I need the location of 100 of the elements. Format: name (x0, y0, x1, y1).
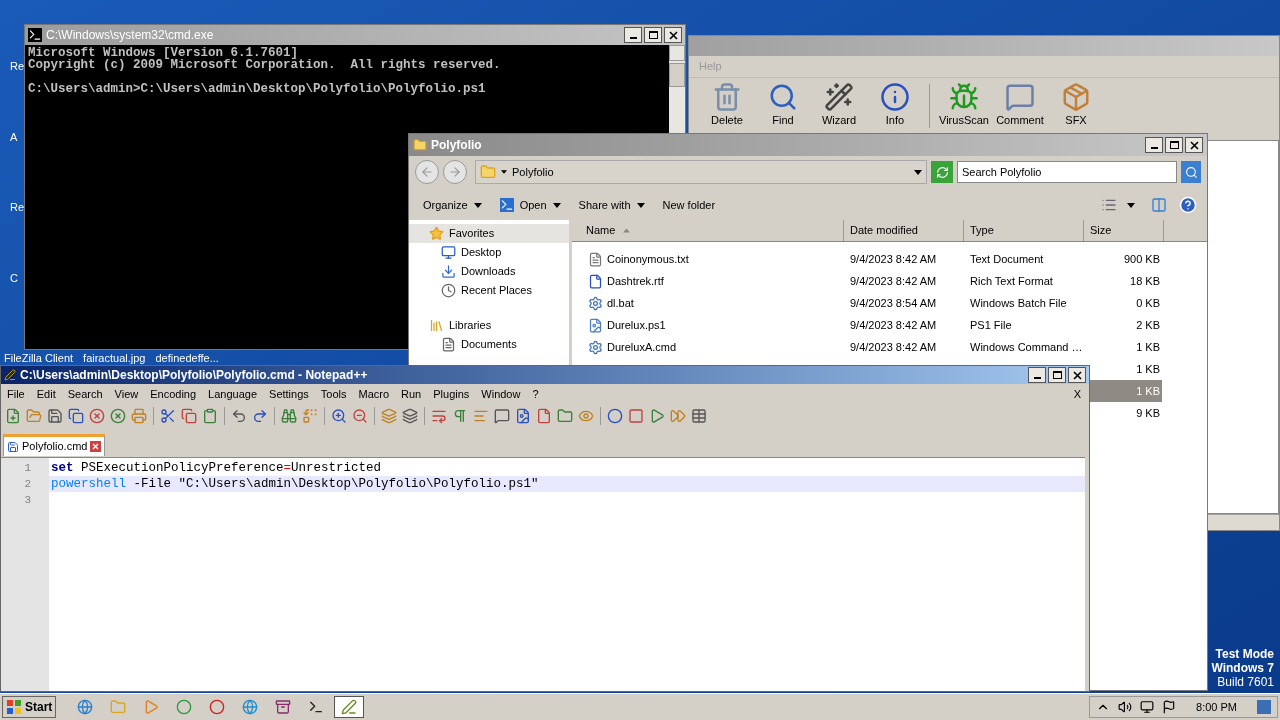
indent-guide-icon[interactable] (473, 408, 489, 424)
close-file-icon[interactable] (89, 408, 105, 424)
play-icon (143, 699, 160, 715)
start-button[interactable]: Start (2, 696, 57, 718)
menu-item[interactable]: Encoding (146, 385, 201, 403)
nav-item[interactable]: Favorites (409, 224, 569, 243)
fast-forward-icon[interactable] (670, 408, 686, 424)
view-icon[interactable] (1101, 197, 1117, 213)
copy-icon[interactable] (181, 408, 197, 424)
column-header[interactable]: Size (1084, 220, 1164, 241)
close-all-icon[interactable] (110, 408, 126, 424)
network-icon[interactable] (1140, 700, 1155, 714)
toolbar-button[interactable]: Find (757, 81, 809, 128)
menu-item[interactable]: Language (204, 385, 262, 403)
column-header[interactable]: Name (572, 220, 844, 241)
printer-icon[interactable] (131, 408, 147, 424)
close-button[interactable] (1068, 367, 1086, 383)
speaker-icon[interactable] (1118, 700, 1133, 714)
toolbar-button[interactable]: Comment (994, 81, 1046, 128)
folder-icon (110, 699, 127, 715)
maximize-button[interactable] (1165, 137, 1183, 153)
pilcrow-icon[interactable] (452, 408, 468, 424)
file-icon[interactable] (536, 408, 552, 424)
search-field[interactable]: Search Polyfolio (957, 161, 1177, 183)
menu-item[interactable]: File (3, 385, 29, 403)
search-button[interactable] (1181, 161, 1201, 183)
nav-item[interactable]: Downloads (409, 262, 569, 281)
desktop-icon-label[interactable]: fairactual.jpg (83, 350, 146, 367)
open-folder-icon[interactable] (26, 408, 42, 424)
nav-item[interactable]: Libraries (409, 316, 569, 335)
paste-icon[interactable] (202, 408, 218, 424)
taskbar-button[interactable] (334, 696, 365, 718)
menu-item[interactable]: Tools (316, 385, 351, 403)
code-editor[interactable]: 1 2 3 set PSExecutionPolicyPreference=Unrestricted powershell -File "C:\Users\admin\Desktop\Polyfolio\Polyfolio.ps1" (1, 457, 1085, 691)
nav-item[interactable]: Desktop (409, 243, 569, 262)
address-bar[interactable]: Polyfolio (475, 160, 927, 184)
layers-icon[interactable] (381, 408, 397, 424)
close-button[interactable] (664, 27, 682, 43)
command-button[interactable]: Share with (570, 193, 653, 217)
toolbar-button[interactable]: SFX (1050, 81, 1102, 128)
minimize-button[interactable] (1028, 367, 1046, 383)
stop-icon[interactable] (628, 408, 644, 424)
new-file-icon[interactable] (5, 408, 21, 424)
command-button[interactable]: Organize (415, 193, 490, 217)
wrap-icon[interactable] (431, 408, 447, 424)
maximize-button[interactable] (1048, 367, 1066, 383)
close-button[interactable] (1185, 137, 1203, 153)
replace-icon[interactable] (302, 408, 318, 424)
menu-item[interactable]: ? (528, 385, 543, 403)
menu-item[interactable]: Settings (265, 385, 313, 403)
toolbar-button[interactable]: Delete (701, 81, 753, 128)
zoom-out-icon[interactable] (352, 408, 368, 424)
desktop-icon-label[interactable]: A (2, 128, 26, 145)
column-header[interactable]: Type (964, 220, 1084, 241)
menu-item[interactable]: Edit (32, 385, 60, 403)
desktop-icon-label[interactable]: Re (2, 58, 26, 75)
toolbar-button[interactable]: Wizard (813, 81, 865, 128)
desktop-icon-label[interactable]: Re (2, 199, 26, 216)
redo-icon[interactable] (252, 408, 268, 424)
column-header[interactable]: Date modified (844, 220, 964, 241)
document-tab[interactable]: Polyfolio.cmd (3, 434, 106, 456)
binoculars-icon[interactable] (281, 408, 297, 424)
toolbar-button[interactable]: Info (869, 81, 921, 128)
undo-icon[interactable] (231, 408, 247, 424)
forward-button[interactable] (443, 160, 467, 184)
menu-item[interactable]: Plugins (429, 385, 474, 403)
minimize-button[interactable] (624, 27, 642, 43)
menu-item[interactable]: Macro (354, 385, 394, 403)
close-icon[interactable] (90, 441, 102, 452)
maximize-button[interactable] (644, 27, 662, 43)
menu-item[interactable]: Window (477, 385, 525, 403)
toolbar-button[interactable]: VirusScan (938, 81, 990, 128)
back-button[interactable] (415, 160, 439, 184)
nav-item[interactable]: Recent Places (409, 281, 569, 300)
play-icon[interactable] (649, 408, 665, 424)
folder-icon[interactable] (557, 408, 573, 424)
save-icon[interactable] (47, 408, 63, 424)
table-icon[interactable] (691, 408, 707, 424)
menu-item[interactable]: Run (397, 385, 426, 403)
clock[interactable]: 8:00 PM (1196, 698, 1237, 716)
desktop-icon-label[interactable]: FileZilla Client (4, 350, 74, 367)
speech-bubble-icon[interactable] (494, 408, 510, 424)
flag-icon[interactable] (1162, 700, 1177, 714)
zoom-in-icon[interactable] (331, 408, 347, 424)
command-button[interactable]: Open (491, 193, 569, 217)
scissors-icon[interactable] (160, 408, 176, 424)
eye-icon[interactable] (578, 408, 594, 424)
menu-item[interactable]: Search (63, 385, 107, 403)
save-all-icon[interactable] (68, 408, 84, 424)
menu-item[interactable]: View (110, 385, 143, 403)
close-document-button[interactable]: X (1067, 385, 1087, 403)
image-file-icon[interactable] (515, 408, 531, 424)
minimize-button[interactable] (1145, 137, 1163, 153)
help-icon[interactable] (1179, 196, 1197, 214)
preview-pane-icon[interactable] (1151, 197, 1167, 213)
layers-icon[interactable] (402, 408, 418, 424)
desktop-icon-label[interactable]: C (2, 269, 26, 286)
refresh-button[interactable] (931, 161, 953, 183)
desktop-icon-label[interactable]: definedeffe... (155, 350, 219, 367)
record-icon[interactable] (607, 408, 623, 424)
